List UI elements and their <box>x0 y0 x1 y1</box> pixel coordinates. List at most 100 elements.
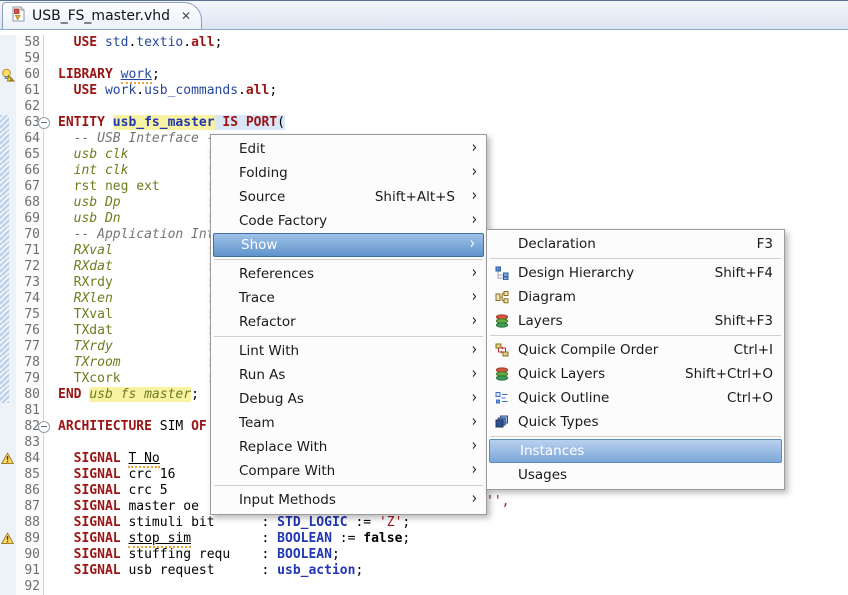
menu-item-quick-compile-order[interactable]: Quick Compile OrderCtrl+I <box>488 338 783 362</box>
code-line[interactable]: 59 <box>0 51 848 67</box>
quickfix-bulb-icon <box>1 68 15 82</box>
menu-item-trace[interactable]: Trace› <box>212 286 485 310</box>
annotation-ruler <box>0 483 16 499</box>
tab-close-icon[interactable]: ✕ <box>179 9 193 23</box>
fold-ruler <box>43 547 58 563</box>
range-indicator <box>0 355 9 371</box>
line-number: 59 <box>16 51 43 67</box>
menu-item-run-as[interactable]: Run As› <box>212 363 485 387</box>
code-line[interactable]: 92 <box>0 579 848 595</box>
menu-item-lint-with[interactable]: Lint With› <box>212 339 485 363</box>
fold-collapse-icon[interactable] <box>38 421 50 433</box>
menu-item-label: Debug As <box>239 391 477 407</box>
range-indicator <box>0 371 9 387</box>
code-text <box>58 99 848 115</box>
fold-ruler <box>43 435 58 451</box>
code-line[interactable]: 58 USE std.textio.all; <box>0 35 848 51</box>
menu-item-team[interactable]: Team› <box>212 411 485 435</box>
fold-ruler <box>43 179 58 195</box>
code-line[interactable]: 61 USE work.usb_commands.all; <box>0 83 848 99</box>
line-number: 65 <box>16 147 43 163</box>
menu-item-instances[interactable]: Instances <box>489 439 782 463</box>
fold-ruler <box>43 451 58 467</box>
menu-item-replace-with[interactable]: Replace With› <box>212 435 485 459</box>
line-number: 58 <box>16 35 43 51</box>
menu-item-design-hierarchy[interactable]: Design HierarchyShift+F4 <box>488 261 783 285</box>
annotation-ruler <box>0 371 16 387</box>
show-submenu: DeclarationF3 Design HierarchyShift+F4Dia… <box>486 229 785 490</box>
menu-item-shortcut: F3 <box>757 236 773 252</box>
menu-item-declaration[interactable]: DeclarationF3 <box>488 232 783 256</box>
fold-ruler <box>43 387 58 403</box>
menu-item-references[interactable]: References› <box>212 262 485 286</box>
menu-item-input-methods[interactable]: Input Methods› <box>212 488 485 512</box>
menu-item-source[interactable]: SourceShift+Alt+S› <box>212 185 485 209</box>
annotation-ruler <box>0 163 16 179</box>
types-icon <box>495 415 509 429</box>
fold-ruler <box>43 195 58 211</box>
menu-item-code-factory[interactable]: Code Factory› <box>212 209 485 233</box>
range-indicator <box>0 291 9 307</box>
menu-item-refactor[interactable]: Refactor› <box>212 310 485 334</box>
menu-item-quick-types[interactable]: Quick Types <box>488 410 783 434</box>
menu-item-quick-layers[interactable]: Quick LayersShift+Ctrl+O <box>488 362 783 386</box>
annotation-ruler <box>0 35 16 51</box>
menu-item-folding[interactable]: Folding› <box>212 161 485 185</box>
menu-item-label: Usages <box>518 467 775 483</box>
line-number: 80 <box>16 387 43 403</box>
menu-item-label: Replace With <box>239 439 477 455</box>
menu-item-edit[interactable]: Edit› <box>212 137 485 161</box>
code-text: ENTITY usb_fs_master IS PORT( <box>58 115 848 131</box>
vhdl-file-icon <box>11 6 26 26</box>
submenu-arrow-icon: › <box>472 262 477 282</box>
code-text <box>58 579 848 595</box>
annotation-ruler <box>0 275 16 291</box>
fold-ruler <box>43 531 58 547</box>
menu-item-usages[interactable]: Usages <box>488 463 783 487</box>
line-number: 73 <box>16 275 43 291</box>
annotation-ruler <box>0 387 16 403</box>
range-indicator <box>0 147 9 163</box>
line-number: 89 <box>16 531 43 547</box>
annotation-ruler <box>0 403 16 419</box>
line-number: 88 <box>16 515 43 531</box>
code-fragment: '', <box>486 494 509 510</box>
menu-item-layers[interactable]: LayersShift+F3 <box>488 309 783 333</box>
annotation-ruler <box>0 259 16 275</box>
range-indicator <box>0 259 9 275</box>
fold-ruler <box>43 163 58 179</box>
code-line[interactable]: 60LIBRARY work; <box>0 67 848 83</box>
annotation-ruler <box>0 83 16 99</box>
code-line[interactable]: 62 <box>0 99 848 115</box>
menu-separator <box>490 436 781 437</box>
menu-item-shortcut: Ctrl+I <box>734 342 773 358</box>
code-line[interactable]: 88 SIGNAL stimuli bit : STD_LOGIC := 'Z'… <box>0 515 848 531</box>
menu-item-label: Team <box>239 415 477 431</box>
menu-item-diagram[interactable]: Diagram <box>488 285 783 309</box>
menu-item-compare-with[interactable]: Compare With› <box>212 459 485 483</box>
menu-separator <box>214 336 483 337</box>
range-indicator <box>0 179 9 195</box>
code-line[interactable]: 89 SIGNAL stop sim : BOOLEAN := false; <box>0 531 848 547</box>
annotation-ruler <box>0 467 16 483</box>
submenu-arrow-icon: › <box>472 488 477 508</box>
code-line[interactable]: 90 SIGNAL stuffing requ : BOOLEAN; <box>0 547 848 563</box>
annotation-ruler <box>0 115 16 131</box>
layers-icon <box>495 367 509 381</box>
fold-collapse-icon[interactable] <box>38 117 50 129</box>
code-text: SIGNAL stop sim : BOOLEAN := false; <box>58 531 848 547</box>
code-line[interactable]: 91 SIGNAL usb request : usb_action; <box>0 563 848 579</box>
menu-item-quick-outline[interactable]: Quick OutlineCtrl+O <box>488 386 783 410</box>
quick-types-icon <box>495 415 509 429</box>
range-indicator <box>0 387 9 403</box>
code-line[interactable]: 63ENTITY usb_fs_master IS PORT( <box>0 115 848 131</box>
fold-ruler <box>43 131 58 147</box>
annotation-ruler <box>0 515 16 531</box>
annotation-ruler <box>0 499 16 515</box>
line-number: 78 <box>16 355 43 371</box>
annotation-ruler <box>0 339 16 355</box>
menu-item-show[interactable]: Show› <box>213 233 484 257</box>
fold-ruler <box>43 259 58 275</box>
menu-item-debug-as[interactable]: Debug As› <box>212 387 485 411</box>
tab-usb-fs-master[interactable]: USB_FS_master.vhd ✕ <box>2 2 202 29</box>
